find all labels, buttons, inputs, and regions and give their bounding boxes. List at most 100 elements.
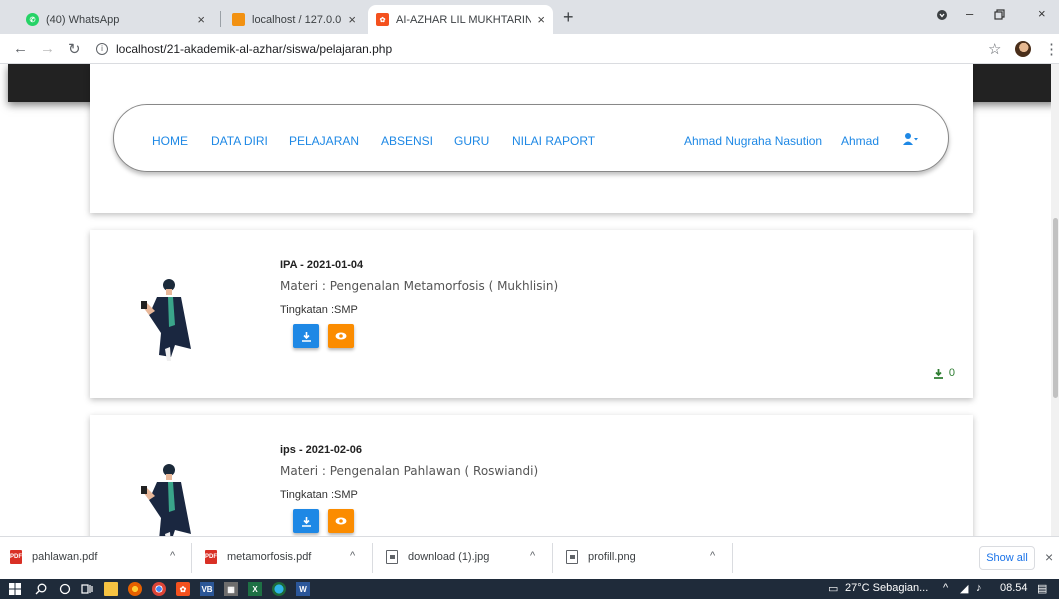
lesson-card: ips - 2021-02-06 Materi : Pengenalan Pah… (90, 415, 973, 536)
weather-icon[interactable]: ▭ (828, 582, 838, 595)
nav-user-fullname[interactable]: Ahmad Nugraha Nasution (684, 134, 822, 148)
user-dropdown-icon[interactable] (903, 132, 919, 146)
site-info-icon[interactable]: i (96, 43, 108, 55)
download-icon (301, 331, 311, 342)
network-icon[interactable]: ◢ (960, 582, 968, 595)
tab-close-icon[interactable]: × (197, 12, 205, 27)
student-illustration (141, 464, 191, 536)
search-icon[interactable] (34, 582, 48, 596)
tab-whatsapp[interactable]: ✆ (40) WhatsApp × (18, 5, 213, 34)
nav-guru[interactable]: GURU (454, 134, 489, 148)
chevron-up-icon[interactable]: ^ (943, 582, 948, 594)
download-item[interactable]: profill.png (566, 550, 636, 564)
file-explorer-icon[interactable] (104, 582, 118, 596)
weather-text[interactable]: 27°C Sebagian... (845, 582, 928, 594)
download-item[interactable]: PDF metamorfosis.pdf (205, 550, 311, 564)
nav-absensi[interactable]: ABSENSI (381, 134, 433, 148)
tab-title: localhost / 127.0.0.1 / db_akadem (252, 13, 342, 26)
chevron-up-icon[interactable]: ^ (170, 550, 175, 562)
nav-data-diri[interactable]: DATA DIRI (211, 134, 268, 148)
download-item[interactable]: download (1).jpg (386, 550, 489, 564)
image-file-icon (566, 550, 578, 564)
tab-separator (220, 11, 221, 27)
bookmark-star-icon[interactable]: ☆ (988, 40, 1001, 58)
volume-icon[interactable]: ♪ (976, 582, 982, 594)
tab-phpmyadmin[interactable]: localhost / 127.0.0.1 / db_akadem × (224, 5, 364, 34)
lesson-title: IPA - 2021-01-04 (280, 259, 364, 271)
reload-icon[interactable]: ↻ (68, 40, 81, 58)
download-count-value: 0 (948, 367, 955, 379)
back-icon[interactable]: ← (13, 40, 28, 57)
lesson-title: ips - 2021-02-06 (280, 444, 362, 456)
chevron-up-icon[interactable]: ^ (530, 550, 535, 562)
menu-kebab-icon[interactable]: ⋮ (1044, 40, 1059, 58)
windows-taskbar: ✿ VB ▦ X W ▭ 27°C Sebagian... ^ ◢ ♪ 08.5… (0, 579, 1059, 599)
word-icon[interactable]: W (296, 582, 310, 596)
tab-search-icon[interactable] (936, 9, 948, 24)
maximize-icon[interactable] (994, 8, 1005, 23)
clock[interactable]: 08.54 (1000, 582, 1028, 594)
download-item[interactable]: PDF pahlawan.pdf (10, 550, 97, 564)
main-navbar: HOME DATA DIRI PELAJARAN ABSENSI GURU NI… (113, 104, 949, 172)
nav-user-shortname[interactable]: Ahmad (841, 134, 879, 148)
lesson-materi: Materi : Pengenalan Pahlawan ( Roswiandi… (280, 464, 539, 478)
tab-close-icon[interactable]: × (348, 12, 356, 27)
download-filename: pahlawan.pdf (32, 551, 98, 563)
chevron-up-icon[interactable]: ^ (350, 550, 355, 562)
notification-icon[interactable]: ▤ (1037, 582, 1047, 595)
close-window-icon[interactable]: × (1038, 6, 1046, 21)
windows-start-icon[interactable] (8, 582, 22, 596)
pdf-file-icon: PDF (10, 550, 22, 564)
download-count-icon (933, 368, 943, 379)
calculator-icon[interactable]: ▦ (224, 582, 238, 596)
divider (552, 543, 553, 573)
download-count: 0 (933, 367, 955, 379)
lesson-card: IPA - 2021-01-04 Materi : Pengenalan Met… (90, 230, 973, 398)
tab-close-icon[interactable]: × (537, 12, 545, 27)
edge-icon[interactable] (272, 582, 286, 596)
chevron-up-icon[interactable]: ^ (710, 550, 715, 562)
download-icon (301, 516, 311, 527)
divider (372, 543, 373, 573)
lesson-level: Tingkatan :SMP (280, 489, 358, 501)
task-view-icon[interactable] (80, 582, 94, 596)
site-icon: ✿ (376, 13, 389, 26)
phpmyadmin-icon (232, 13, 245, 26)
show-all-button[interactable]: Show all (979, 546, 1035, 570)
divider (732, 543, 733, 573)
profile-avatar[interactable] (1015, 41, 1031, 57)
downloads-shelf: PDF pahlawan.pdf ^ PDF metamorfosis.pdf … (0, 536, 1059, 579)
visual-basic-icon[interactable]: VB (200, 582, 214, 596)
download-filename: profill.png (588, 551, 636, 563)
excel-icon[interactable]: X (248, 582, 262, 596)
download-button[interactable] (293, 509, 319, 533)
cortana-icon[interactable] (58, 582, 72, 596)
eye-icon (335, 332, 347, 340)
browser-tab-strip: ✆ (40) WhatsApp × localhost / 127.0.0.1 … (0, 0, 1059, 34)
download-filename: metamorfosis.pdf (227, 551, 312, 563)
close-shelf-icon[interactable]: × (1045, 549, 1053, 565)
nav-home[interactable]: HOME (152, 134, 188, 148)
new-tab-icon[interactable]: + (563, 8, 574, 26)
student-illustration (141, 279, 191, 361)
view-button[interactable] (328, 509, 354, 533)
tab-al-azhar[interactable]: ✿ AI-AZHAR LIL MUKHTARIN × (368, 5, 553, 34)
pdf-file-icon: PDF (205, 550, 217, 564)
browser-app-icon[interactable]: ✿ (176, 582, 190, 596)
download-button[interactable] (293, 324, 319, 348)
view-button[interactable] (328, 324, 354, 348)
minimize-icon[interactable]: – (966, 6, 973, 21)
nav-pelajaran[interactable]: PELAJARAN (289, 134, 359, 148)
image-file-icon (386, 550, 398, 564)
nav-nilai-raport[interactable]: NILAI RAPORT (512, 134, 595, 148)
chrome-icon[interactable] (152, 582, 166, 596)
scrollbar-thumb[interactable] (1053, 218, 1058, 398)
lesson-materi: Materi : Pengenalan Metamorfosis ( Mukhl… (280, 279, 559, 293)
lesson-level: Tingkatan :SMP (280, 304, 358, 316)
tab-title: (40) WhatsApp (46, 13, 120, 26)
url-field[interactable]: i localhost/21-akademik-al-azhar/siswa/p… (96, 42, 392, 56)
forward-icon[interactable]: → (40, 40, 55, 57)
page-viewport: HOME DATA DIRI PELAJARAN ABSENSI GURU NI… (0, 64, 1059, 536)
firefox-icon[interactable] (128, 582, 142, 596)
tab-title: AI-AZHAR LIL MUKHTARIN (396, 13, 532, 26)
